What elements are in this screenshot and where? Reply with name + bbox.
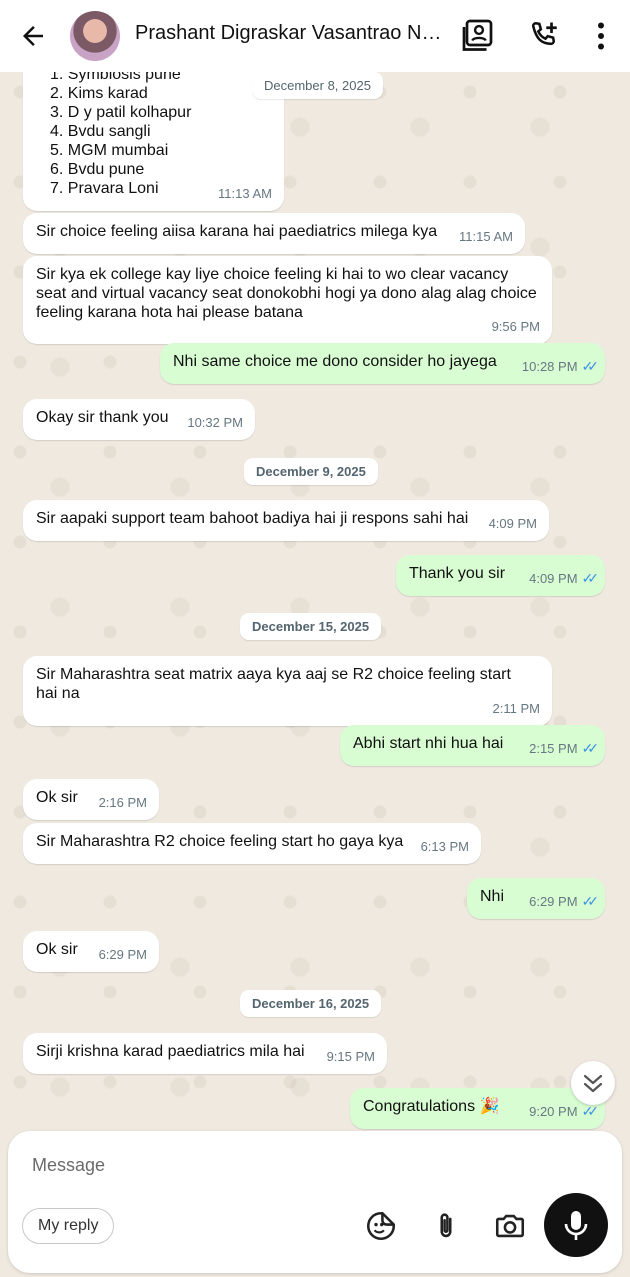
message-time: 9:56 PM	[491, 319, 540, 334]
message-text: Sir kya ek college kay liye choice feeli…	[36, 266, 537, 321]
read-ticks-icon: ✓✓	[581, 358, 600, 374]
message-list[interactable]: 1. Symbiosis pune 2. Kims karad 3. D y p…	[0, 72, 630, 1132]
more-vert-icon[interactable]	[583, 18, 619, 54]
my-reply-chip[interactable]: My reply	[22, 1208, 115, 1244]
double-chevron-down-icon	[583, 1074, 603, 1093]
date-divider: December 16, 2025	[240, 990, 382, 1017]
read-ticks-icon: ✓✓	[581, 740, 600, 756]
message-composer: Message My reply	[8, 1131, 622, 1273]
message-time: 9:15 PM	[326, 1049, 375, 1064]
read-ticks-icon: ✓✓	[581, 893, 600, 909]
message-bubble[interactable]: Ok sir 6:29 PM	[23, 931, 159, 972]
sticker-icon[interactable]	[364, 1209, 398, 1243]
camera-icon[interactable]	[493, 1209, 527, 1243]
message-bubble[interactable]: Sir kya ek college kay liye choice feeli…	[23, 256, 552, 344]
message-time: 2:11 PM	[492, 701, 540, 716]
list-item: 1. Symbiosis pune	[50, 72, 181, 83]
contact-card-icon[interactable]	[461, 18, 497, 54]
message-time: 10:32 PM	[187, 415, 243, 430]
message-bubble[interactable]: Sir aapaki support team bahoot badiya ha…	[23, 500, 549, 541]
message-bubble[interactable]: Sir choice feeling aiisa karana hai paed…	[23, 213, 525, 254]
message-bubble[interactable]: Abhi start nhi hua hai 2:15 PM ✓✓	[340, 725, 605, 766]
message-time: 6:13 PM	[420, 839, 469, 854]
message-time: 2:15 PM ✓✓	[529, 740, 600, 756]
message-bubble[interactable]: Congratulations 🎉 9:20 PM ✓✓	[350, 1088, 605, 1129]
list-item: 5. MGM mumbai	[50, 142, 169, 159]
message-time: 6:29 PM ✓✓	[529, 893, 600, 909]
avatar[interactable]	[70, 11, 120, 61]
message-bubble[interactable]: Thank you sir 4:09 PM ✓✓	[396, 555, 605, 596]
message-bubble[interactable]: Okay sir thank you 10:32 PM	[23, 399, 255, 440]
add-call-icon[interactable]	[526, 18, 562, 54]
message-input[interactable]: Message	[32, 1155, 105, 1176]
date-divider: December 9, 2025	[244, 458, 378, 485]
chat-header: Prashant Digraskar Vasantrao Ne...	[0, 0, 630, 72]
message-time: 4:09 PM ✓✓	[529, 570, 600, 586]
message-bubble[interactable]: Ok sir 2:16 PM	[23, 779, 159, 820]
scroll-to-bottom-button[interactable]	[571, 1061, 615, 1105]
attach-icon[interactable]	[429, 1209, 463, 1243]
message-bubble[interactable]: 1. Symbiosis pune 2. Kims karad 3. D y p…	[23, 72, 284, 211]
read-ticks-icon: ✓✓	[581, 1103, 600, 1119]
message-time: 6:29 PM	[98, 947, 147, 962]
message-time: 11:13 AM	[218, 186, 272, 201]
message-time: 11:15 AM	[459, 229, 513, 244]
list-item: 2. Kims karad	[50, 85, 148, 102]
message-bubble[interactable]: Nhi 6:29 PM ✓✓	[467, 878, 605, 919]
list-item: 6. Bvdu pune	[50, 161, 145, 178]
message-time: 4:09 PM	[488, 516, 537, 531]
read-ticks-icon: ✓✓	[581, 570, 600, 586]
message-bubble[interactable]: Sir Maharashtra R2 choice feeling start …	[23, 823, 481, 864]
message-text: Sirji krishna karad paediatrics mila hai	[36, 1043, 305, 1060]
mic-button[interactable]	[544, 1193, 608, 1257]
message-time: 2:16 PM	[98, 795, 147, 810]
contact-name[interactable]: Prashant Digraskar Vasantrao Ne...	[135, 22, 445, 45]
message-text: Sir Maharashtra seat matrix aaya kya aaj…	[36, 666, 511, 702]
message-bubble[interactable]: Sirji krishna karad paediatrics mila hai…	[23, 1033, 387, 1074]
message-text: Sir choice feeling aiisa karana hai paed…	[36, 223, 438, 240]
message-bubble[interactable]: Sir Maharashtra seat matrix aaya kya aaj…	[23, 656, 552, 726]
date-divider: December 15, 2025	[240, 613, 382, 640]
message-bubble[interactable]: Nhi same choice me dono consider ho jaye…	[160, 343, 605, 384]
message-text: Sir Maharashtra R2 choice feeling start …	[36, 833, 404, 850]
date-divider: December 8, 2025	[252, 72, 383, 99]
back-arrow-icon[interactable]	[18, 21, 48, 51]
message-text: Sir aapaki support team bahoot badiya ha…	[36, 510, 469, 527]
list-item: 3. D y patil kolhapur	[50, 104, 192, 121]
mic-icon	[564, 1211, 588, 1240]
message-time: 10:28 PM ✓✓	[521, 358, 600, 374]
list-item: 4. Bvdu sangli	[50, 123, 151, 140]
